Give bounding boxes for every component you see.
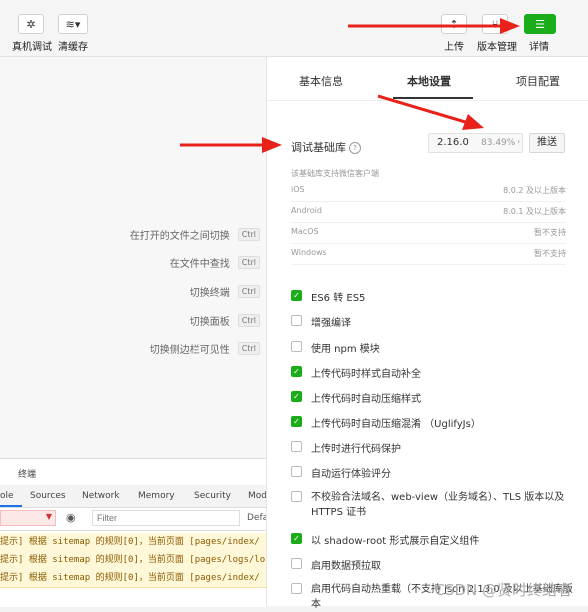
annotation-arrows bbox=[180, 18, 520, 153]
arrow-to-lib-label bbox=[180, 137, 282, 153]
arrow-to-version bbox=[377, 94, 484, 130]
watermark: CSDN @贤时终结者 bbox=[434, 581, 572, 599]
arrow-to-detail bbox=[348, 18, 520, 34]
